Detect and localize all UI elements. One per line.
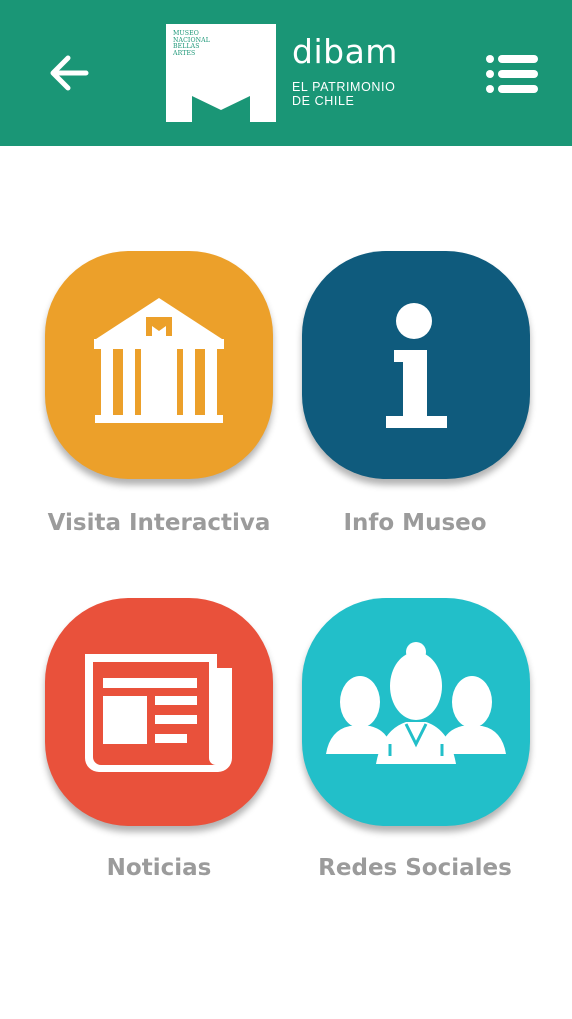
people-group-icon [326,642,506,764]
visita-interactiva-tile[interactable] [45,251,273,479]
noticias-tile[interactable] [45,598,273,826]
museum-logo: MUSEO NACIONAL BELLAS ARTES dibam EL PAT… [166,24,406,124]
info-museo-tile[interactable] [302,251,530,479]
redes-sociales-label[interactable]: Redes Sociales [285,853,545,883]
newspaper-icon [85,654,232,772]
back-button[interactable] [40,45,100,101]
redes-sociales-tile[interactable] [302,598,530,826]
menu-button[interactable] [484,52,540,96]
museum-building-icon [94,298,224,423]
logo-museum-name: MUSEO NACIONAL BELLAS ARTES [173,30,210,57]
info-museo-label[interactable]: Info Museo [285,508,545,538]
visita-interactiva-label[interactable]: Visita Interactiva [29,508,289,538]
info-icon [386,303,447,428]
noticias-label[interactable]: Noticias [29,853,289,883]
arrow-left-icon [50,55,89,91]
app-header: MUSEO NACIONAL BELLAS ARTES dibam EL PAT… [0,0,572,146]
logo-brand: dibam [292,32,398,71]
logo-tagline: EL PATRIMONIO DE CHILE [292,80,396,108]
list-menu-icon [486,55,538,93]
